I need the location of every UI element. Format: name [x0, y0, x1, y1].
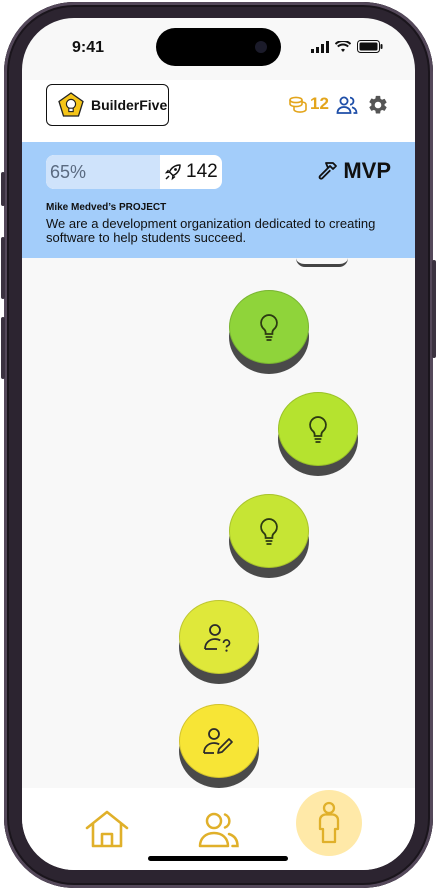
- signal-icon: [311, 40, 329, 53]
- hammer-icon: [318, 162, 338, 180]
- status-time: 9:41: [72, 39, 105, 56]
- stage-indicator[interactable]: MVP: [317, 158, 391, 184]
- path-node-lesson[interactable]: [229, 290, 309, 378]
- camera-icon: [255, 41, 267, 53]
- app-logo[interactable]: BuilderFive: [46, 84, 169, 126]
- coins-icon: [289, 96, 307, 113]
- battery-icon: [357, 40, 383, 53]
- lightbulb-icon: [260, 518, 278, 545]
- path-node-task[interactable]: [179, 704, 259, 792]
- team-icon: [198, 812, 239, 848]
- coin-count: 12: [310, 94, 329, 113]
- status-bar: 9:41: [22, 18, 415, 80]
- status-icons: [311, 40, 383, 53]
- app-screen: 9:41 BuilderFive 12 65% 142 MVP Mike Med…: [22, 18, 415, 870]
- power-button: [432, 260, 436, 358]
- node-face: [278, 392, 358, 466]
- stage-label: MVP: [343, 158, 391, 183]
- nav-team[interactable]: [184, 794, 254, 864]
- rocket-icon: [164, 164, 181, 181]
- action-button: [1, 172, 5, 206]
- home-indicator: [148, 856, 288, 861]
- users-icon[interactable]: [336, 94, 358, 116]
- path-node-partial: [296, 258, 348, 267]
- user-question-icon: [204, 624, 231, 652]
- pentagon-bulb-icon: [58, 92, 84, 117]
- home-icon: [85, 810, 129, 848]
- logo-text: BuilderFive: [91, 97, 168, 113]
- nav-home[interactable]: [72, 794, 142, 864]
- volume-up-button: [1, 237, 5, 299]
- dynamic-island: [156, 28, 281, 66]
- wifi-icon: [335, 40, 351, 52]
- nav-profile[interactable]: [296, 790, 362, 856]
- rocket-count: 142: [186, 161, 218, 182]
- rocket-score: 142: [164, 161, 218, 183]
- progress-percent: 65%: [50, 162, 87, 182]
- volume-down-button: [1, 317, 5, 379]
- node-face: [179, 704, 259, 778]
- user-edit-icon: [203, 728, 233, 754]
- node-face: [229, 494, 309, 568]
- progress-bar: 65% 142: [46, 155, 222, 189]
- project-description: We are a development organization dedica…: [46, 216, 376, 245]
- app-header: BuilderFive 12: [22, 80, 415, 142]
- path-node-quiz[interactable]: [179, 600, 259, 688]
- path-node-lesson[interactable]: [229, 494, 309, 582]
- project-title: Mike Medved’s PROJECT: [46, 202, 167, 213]
- gear-icon[interactable]: [367, 94, 389, 116]
- project-banner: 65% 142 MVP Mike Medved’s PROJECT We are…: [22, 142, 415, 258]
- path-node-lesson[interactable]: [278, 392, 358, 480]
- coin-balance[interactable]: 12: [288, 94, 329, 114]
- profile-icon: [318, 801, 340, 844]
- node-face: [229, 290, 309, 364]
- lightbulb-icon: [309, 416, 327, 443]
- node-face: [179, 600, 259, 674]
- lightbulb-icon: [260, 314, 278, 341]
